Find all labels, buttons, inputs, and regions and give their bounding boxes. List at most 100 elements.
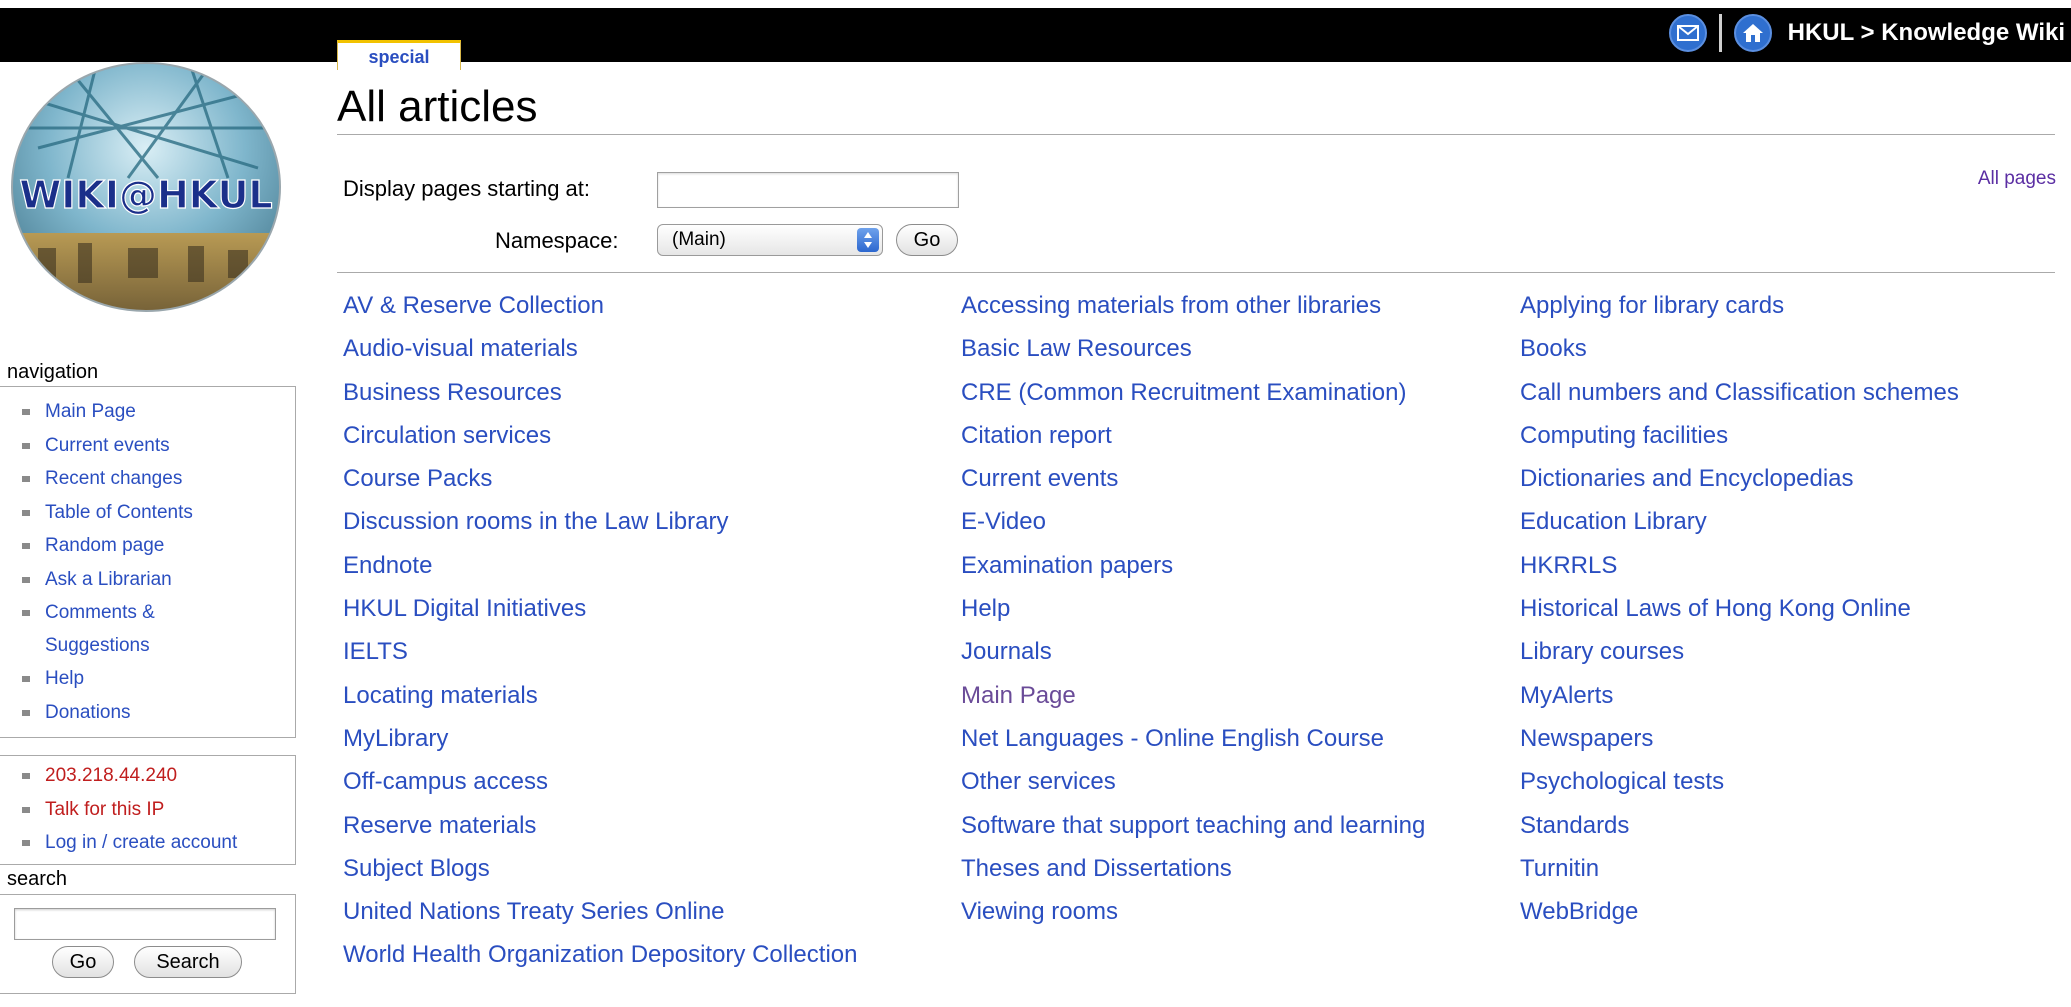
article-link[interactable]: Business Resources — [343, 371, 857, 414]
article-column-1: AV & Reserve Collection Audio-visual mate… — [343, 284, 857, 977]
article-link[interactable]: E-Video — [961, 500, 1425, 543]
go-button[interactable]: Go — [896, 224, 958, 256]
article-link[interactable]: Examination papers — [961, 544, 1425, 587]
nav-random-page[interactable]: Random page — [0, 529, 295, 563]
article-link[interactable]: Newspapers — [1520, 717, 1959, 760]
logo-text: WIKI@HKUL — [19, 173, 272, 217]
article-link[interactable]: Theses and Dissertations — [961, 847, 1425, 890]
article-column-2: Accessing materials from other libraries… — [961, 284, 1425, 933]
bullet-icon — [22, 709, 30, 716]
top-strip — [0, 0, 2071, 8]
article-link[interactable]: Software that support teaching and learn… — [961, 804, 1425, 847]
article-link[interactable]: Dictionaries and Encyclopedias — [1520, 457, 1959, 500]
page-title: All articles — [337, 82, 538, 131]
separator — [1718, 14, 1722, 52]
wiki-logo[interactable]: WIKI@HKUL — [8, 58, 284, 316]
nav-current-events[interactable]: Current events — [0, 429, 295, 463]
article-link[interactable]: Journals — [961, 630, 1425, 673]
tab-special[interactable]: special — [337, 40, 461, 70]
site-path-link[interactable]: HKUL > Knowledge Wiki — [1788, 19, 2065, 47]
nav-link-label[interactable]: Comments & — [45, 602, 155, 623]
article-link[interactable]: Citation report — [961, 414, 1425, 457]
search-go-button[interactable]: Go — [52, 946, 114, 978]
article-link[interactable]: Basic Law Resources — [961, 327, 1425, 370]
article-link[interactable]: Net Languages - Online English Course — [961, 717, 1425, 760]
article-link[interactable]: Library courses — [1520, 630, 1959, 673]
article-link[interactable]: Applying for library cards — [1520, 284, 1959, 327]
personal-portlet: 203.218.44.240 Talk for this IP Log in /… — [0, 755, 296, 865]
article-link[interactable]: Locating materials — [343, 674, 857, 717]
article-link[interactable]: Subject Blogs — [343, 847, 857, 890]
article-link[interactable]: Books — [1520, 327, 1959, 370]
article-link[interactable]: Help — [961, 587, 1425, 630]
article-link[interactable]: Current events — [961, 457, 1425, 500]
bullet-icon — [22, 676, 30, 682]
nav-ask-a-librarian[interactable]: Ask a Librarian — [0, 563, 295, 597]
article-link[interactable]: Computing facilities — [1520, 414, 1959, 457]
login-link[interactable]: Log in / create account — [45, 832, 237, 853]
article-link[interactable]: HKRRLS — [1520, 544, 1959, 587]
home-icon[interactable] — [1733, 14, 1772, 52]
nav-comments-suggestions[interactable]: Comments & — [0, 596, 295, 629]
nav-link-label[interactable]: Suggestions — [45, 635, 150, 656]
nav-link-label[interactable]: Recent changes — [45, 468, 182, 489]
personal-talk[interactable]: Talk for this IP — [0, 793, 295, 827]
nav-link-label[interactable]: Donations — [45, 702, 131, 723]
article-link[interactable]: United Nations Treaty Series Online — [343, 890, 857, 933]
nav-link-label[interactable]: Help — [45, 668, 84, 689]
nav-link-label[interactable]: Table of Contents — [45, 502, 193, 523]
article-link[interactable]: Audio-visual materials — [343, 327, 857, 370]
article-link[interactable]: MyLibrary — [343, 717, 857, 760]
article-link[interactable]: Viewing rooms — [961, 890, 1425, 933]
article-link[interactable]: Course Packs — [343, 457, 857, 500]
bullet-icon — [22, 476, 30, 482]
bullet-icon — [22, 409, 30, 415]
top-bar-right: HKUL > Knowledge Wiki — [1668, 10, 2065, 56]
nav-link-label[interactable]: Current events — [45, 435, 170, 456]
nav-link-label[interactable]: Main Page — [45, 401, 136, 422]
article-link[interactable]: Historical Laws of Hong Kong Online — [1520, 587, 1959, 630]
nav-comments-suggestions-cont[interactable]: Suggestions — [0, 629, 295, 662]
personal-ip[interactable]: 203.218.44.240 — [0, 759, 295, 793]
namespace-select[interactable]: (Main) — [657, 224, 883, 256]
article-link[interactable]: Call numbers and Classification schemes — [1520, 371, 1959, 414]
bullet-icon — [22, 610, 30, 616]
all-pages-link[interactable]: All pages — [1978, 168, 2056, 190]
article-link[interactable]: WebBridge — [1520, 890, 1959, 933]
ip-link[interactable]: 203.218.44.240 — [45, 765, 177, 786]
article-link[interactable]: Reserve materials — [343, 804, 857, 847]
article-link[interactable]: Circulation services — [343, 414, 857, 457]
article-link[interactable]: Standards — [1520, 804, 1959, 847]
article-link[interactable]: Other services — [961, 760, 1425, 803]
article-link[interactable]: Turnitin — [1520, 847, 1959, 890]
display-from-input[interactable] — [657, 172, 959, 208]
nav-main-page[interactable]: Main Page — [0, 395, 295, 429]
article-link[interactable]: HKUL Digital Initiatives — [343, 587, 857, 630]
nav-help[interactable]: Help — [0, 662, 295, 696]
article-link[interactable]: CRE (Common Recruitment Examination) — [961, 371, 1425, 414]
mail-icon[interactable] — [1668, 14, 1707, 52]
article-link[interactable]: AV & Reserve Collection — [343, 284, 857, 327]
nav-link-label[interactable]: Random page — [45, 535, 164, 556]
article-column-3: Applying for library cards Books Call numb… — [1520, 284, 1959, 933]
personal-login[interactable]: Log in / create account — [0, 826, 295, 860]
article-link[interactable]: World Health Organization Depository Col… — [343, 933, 857, 976]
article-link[interactable]: Education Library — [1520, 500, 1959, 543]
article-link[interactable]: IELTS — [343, 630, 857, 673]
nav-donations[interactable]: Donations — [0, 696, 295, 730]
search-input[interactable] — [14, 908, 276, 940]
bullet-icon — [22, 509, 30, 516]
article-link[interactable]: Accessing materials from other libraries — [961, 284, 1425, 327]
nav-table-of-contents[interactable]: Table of Contents — [0, 496, 295, 530]
nav-recent-changes[interactable]: Recent changes — [0, 462, 295, 496]
article-link[interactable]: Main Page — [961, 674, 1425, 717]
nav-link-label[interactable]: Ask a Librarian — [45, 569, 172, 590]
article-link[interactable]: Discussion rooms in the Law Library — [343, 500, 857, 543]
article-link[interactable]: MyAlerts — [1520, 674, 1959, 717]
article-link[interactable]: Psychological tests — [1520, 760, 1959, 803]
article-link[interactable]: Endnote — [343, 544, 857, 587]
search-button[interactable]: Search — [134, 946, 242, 978]
article-link[interactable]: Off-campus access — [343, 760, 857, 803]
talk-link[interactable]: Talk for this IP — [45, 799, 164, 820]
bullet-icon — [22, 840, 30, 846]
